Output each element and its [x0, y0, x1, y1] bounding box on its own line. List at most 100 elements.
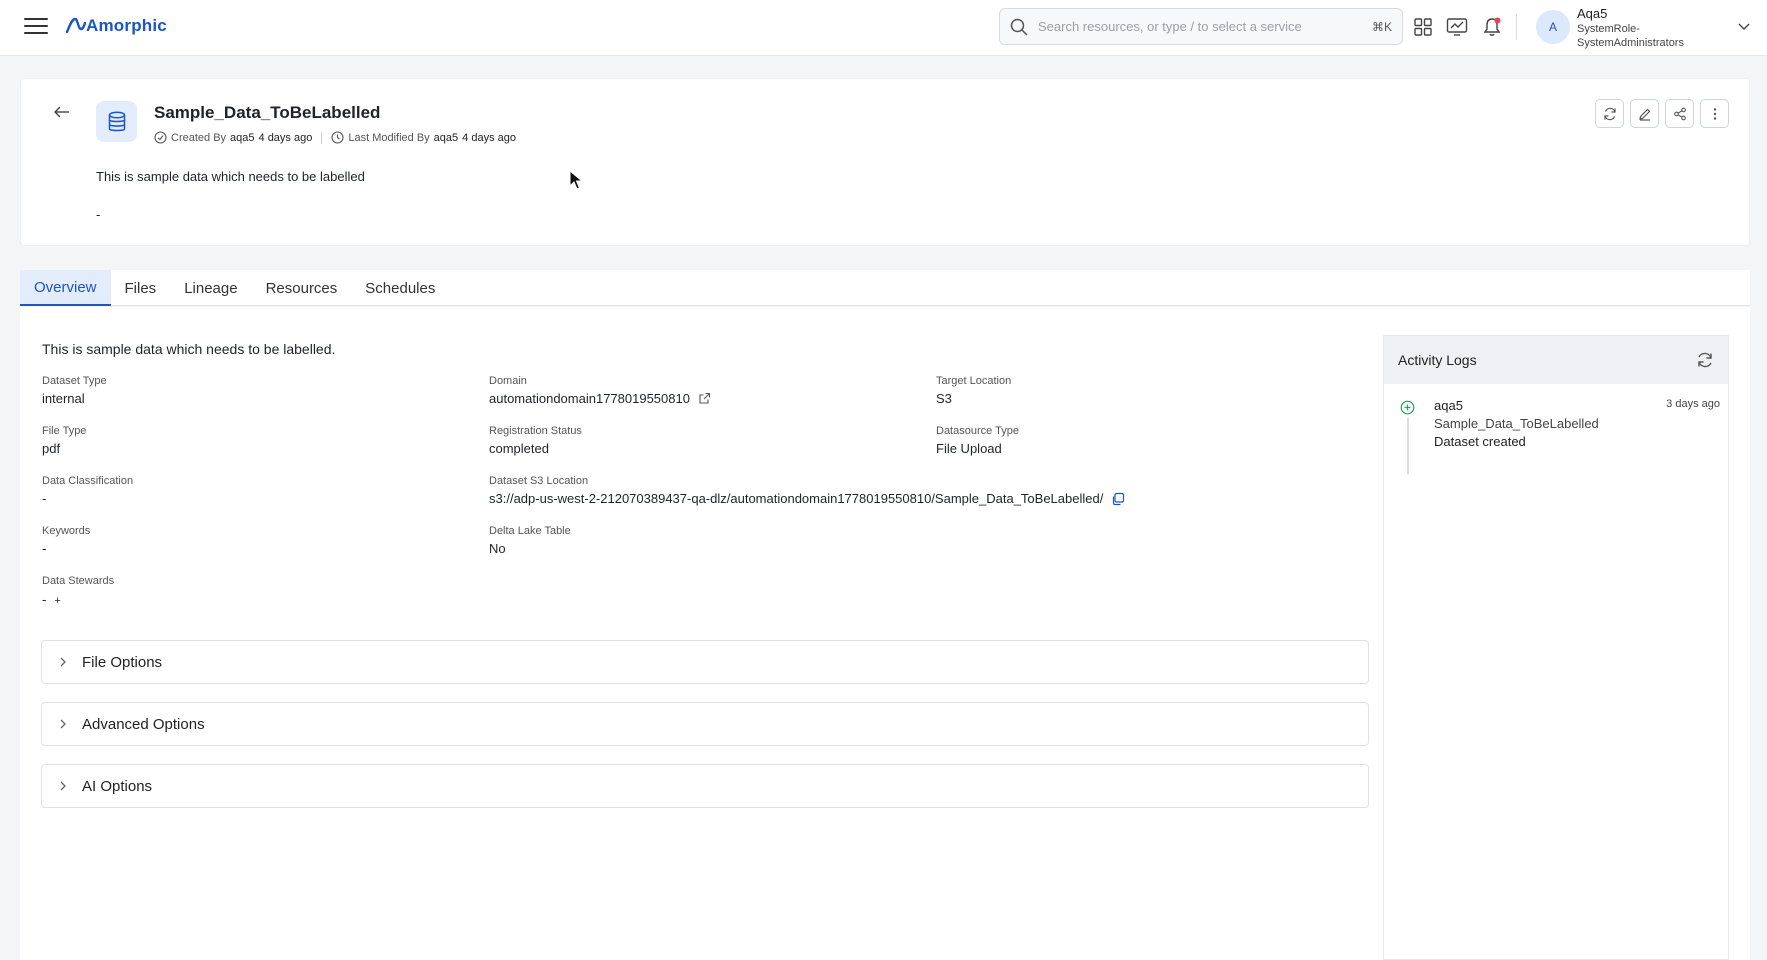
more-vertical-icon — [1713, 107, 1716, 120]
field-s3-location: Dataset S3 Location s3://adp-us-west-2-2… — [489, 475, 1125, 506]
copy-icon[interactable] — [1111, 492, 1125, 506]
tab-schedules[interactable]: Schedules — [351, 270, 449, 306]
tab-resources[interactable]: Resources — [252, 270, 352, 306]
log-dataset: Sample_Data_ToBeLabelled — [1434, 416, 1599, 431]
field-value: s3://adp-us-west-2-212070389437-qa-dlz/a… — [489, 491, 1104, 506]
tab-bar: Overview Files Lineage Resources Schedul… — [20, 270, 1750, 306]
external-link-icon[interactable] — [698, 392, 711, 405]
created-label: Created By — [171, 131, 227, 144]
notification-bell-icon[interactable] — [1481, 16, 1503, 38]
timeline-line — [1407, 418, 1409, 474]
log-action: Dataset created — [1434, 434, 1526, 449]
field-value: internal — [42, 391, 85, 406]
field-value: No — [489, 541, 506, 556]
refresh-button[interactable] — [1595, 99, 1624, 128]
tab-lineage[interactable]: Lineage — [170, 270, 251, 306]
field-registration-status: Registration Status completed — [489, 425, 582, 456]
field-value: - — [42, 491, 47, 506]
search-icon — [1010, 18, 1028, 35]
back-arrow-icon[interactable] — [53, 105, 71, 124]
dataset-secondary-value: - — [96, 207, 101, 222]
dashboard-chart-icon[interactable] — [1446, 16, 1468, 38]
field-domain: Domain automationdomain1778019550810 — [489, 375, 711, 406]
field-label: Dataset S3 Location — [489, 475, 589, 487]
field-label: Registration Status — [489, 425, 582, 437]
field-keywords: Keywords - — [42, 525, 90, 556]
app-logo-text: Amorphic — [86, 16, 167, 35]
field-label: Delta Lake Table — [489, 525, 571, 537]
log-time: 3 days ago — [1666, 398, 1720, 410]
chevron-down-icon[interactable] — [1737, 19, 1751, 37]
modified-clock-icon — [331, 131, 344, 144]
global-search[interactable]: ⌘K — [999, 8, 1403, 45]
refresh-icon[interactable] — [1696, 351, 1714, 369]
header-actions — [1595, 99, 1729, 128]
more-options-button[interactable] — [1700, 99, 1729, 128]
accordion-ai-options[interactable]: AI Options — [41, 764, 1369, 808]
modified-by: aqa5 — [433, 131, 459, 144]
add-steward-button[interactable]: + — [54, 595, 60, 607]
accordion-title: AI Options — [82, 777, 153, 795]
field-value-row: automationdomain1778019550810 — [489, 391, 711, 406]
chevron-right-icon — [60, 657, 66, 667]
field-value: pdf — [42, 441, 61, 456]
activity-logs-title: Activity Logs — [1398, 352, 1477, 368]
chevron-right-icon — [60, 719, 66, 729]
field-label: Domain — [489, 375, 527, 387]
page-title: Sample_Data_ToBeLabelled — [154, 103, 381, 122]
refresh-icon — [1603, 107, 1616, 120]
field-file-type: File Type pdf — [42, 425, 86, 456]
menu-icon[interactable] — [24, 18, 48, 38]
created-ago: 4 days ago — [258, 131, 313, 144]
field-value: File Upload — [936, 441, 1002, 456]
accordion-advanced-options[interactable]: Advanced Options — [41, 702, 1369, 746]
field-data-classification: Data Classification - — [42, 475, 133, 506]
tab-files[interactable]: Files — [111, 270, 171, 306]
field-value: - — [42, 541, 47, 556]
field-datasource-type: Datasource Type File Upload — [936, 425, 1019, 456]
search-input[interactable] — [1038, 19, 1372, 34]
share-icon — [1673, 107, 1686, 120]
apps-grid-icon[interactable] — [1412, 16, 1434, 38]
field-value-row: - + — [42, 591, 114, 608]
field-target-location: Target Location S3 — [936, 375, 1011, 406]
created-clock-icon — [154, 131, 167, 144]
user-name: Aqa5 — [1577, 6, 1608, 21]
field-value: - — [42, 591, 47, 607]
field-label: Datasource Type — [936, 425, 1019, 437]
dataset-header-card: Sample_Data_ToBeLabelled Created By aqa5… — [20, 78, 1750, 246]
avatar[interactable]: A — [1536, 10, 1570, 44]
amorphic-logo-icon — [66, 17, 86, 34]
dataset-description: This is sample data which needs to be la… — [96, 169, 365, 184]
edit-button[interactable] — [1630, 99, 1659, 128]
field-label: Data Stewards — [42, 575, 115, 587]
field-dataset-type: Dataset Type internal — [42, 375, 107, 406]
field-data-stewards: Data Stewards - + — [42, 575, 114, 607]
mouse-cursor — [569, 169, 584, 195]
tab-overview[interactable]: Overview — [20, 270, 111, 306]
field-value-row: s3://adp-us-west-2-212070389437-qa-dlz/a… — [489, 491, 1125, 506]
overview-panel: This is sample data which needs to be la… — [20, 307, 1750, 960]
database-icon — [96, 101, 137, 142]
modified-ago: 4 days ago — [462, 131, 516, 144]
domain-link[interactable]: automationdomain1778019550810 — [489, 391, 690, 406]
chevron-right-icon — [60, 781, 66, 791]
field-label: Keywords — [42, 525, 91, 537]
created-plus-icon — [1400, 400, 1415, 415]
app-logo[interactable]: Amorphic — [66, 14, 167, 38]
activity-logs-panel: Activity Logs aqa5 3 days ago Sample_Dat… — [1383, 335, 1729, 960]
modified-label: Last Modified By — [348, 131, 430, 144]
share-button[interactable] — [1665, 99, 1694, 128]
search-shortcut: ⌘K — [1371, 19, 1392, 34]
edit-icon — [1638, 108, 1650, 121]
overview-summary: This is sample data which needs to be la… — [42, 341, 336, 357]
accordion-file-options[interactable]: File Options — [41, 640, 1369, 684]
created-by: aqa5 — [230, 131, 255, 144]
top-bar: Amorphic ⌘K A Aqa5 SystemRol — [0, 0, 1767, 56]
topbar-divider — [1516, 14, 1517, 40]
meta-divider — [321, 131, 323, 144]
field-value: S3 — [936, 391, 952, 406]
field-label: File Type — [42, 425, 87, 437]
dataset-meta: Created By aqa5 4 days ago Last Modified… — [154, 131, 516, 144]
activity-logs-header: Activity Logs — [1384, 336, 1728, 384]
